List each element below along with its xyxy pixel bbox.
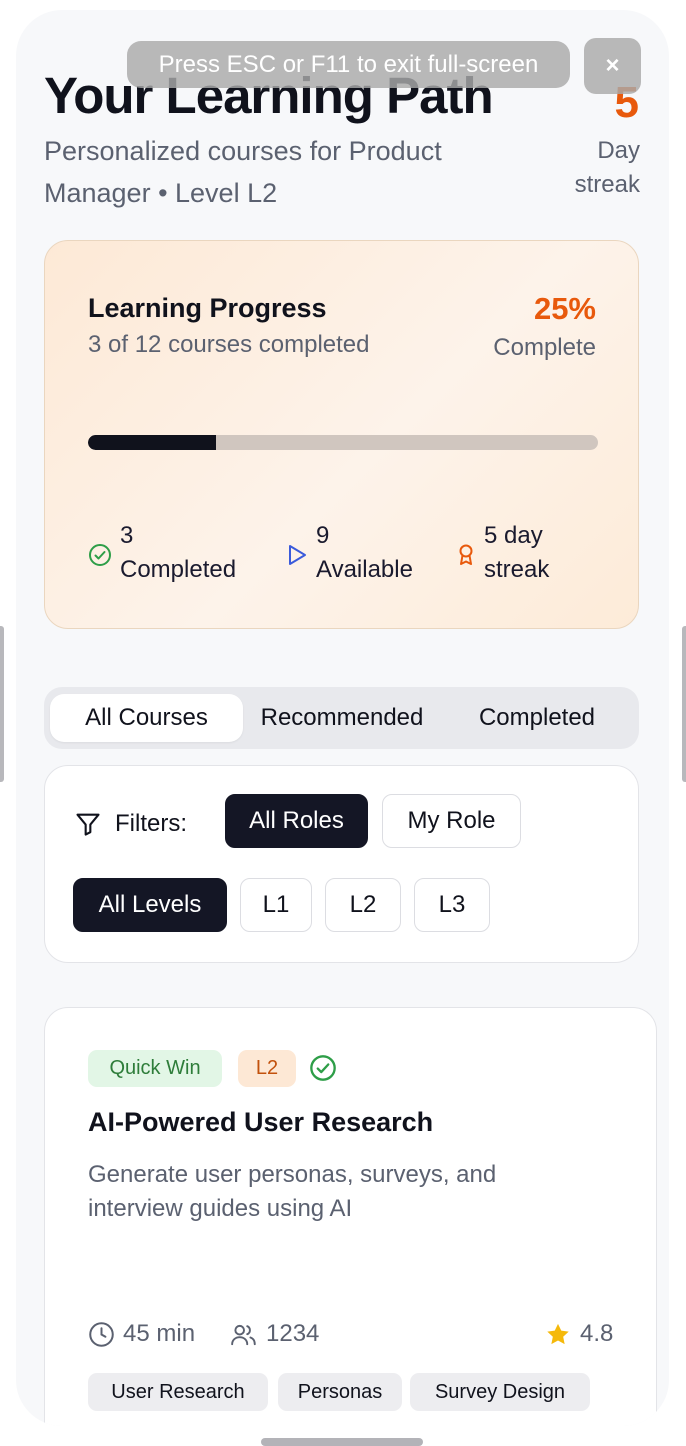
stat-streak-label: streak [484, 556, 550, 583]
progress-complete-label: Complete [493, 334, 596, 361]
progress-bar-fill [88, 435, 216, 450]
progress-percent: 25% [533, 291, 596, 326]
filter-level-l2[interactable]: L2 [325, 878, 401, 932]
clock-icon [89, 1321, 114, 1347]
tag-personas: Personas [278, 1373, 402, 1411]
filter-all-roles[interactable]: All Roles [225, 794, 368, 848]
home-indicator [261, 1438, 423, 1446]
course-learners: 1234 [230, 1320, 319, 1348]
stat-completed-label: Completed [120, 556, 237, 583]
users-icon [231, 1324, 256, 1345]
filters-panel: Filters: All Roles My Role All Levels L1… [44, 765, 639, 963]
level-badge: L2 [238, 1050, 296, 1087]
close-fullscreen-button[interactable]: × [584, 38, 641, 94]
progress-bar [88, 435, 598, 450]
award-icon [459, 544, 473, 565]
learning-progress-card: Learning Progress 3 of 12 courses comple… [44, 240, 639, 629]
filters-label: Filters: [115, 810, 187, 837]
left-edge-handle [0, 626, 4, 782]
stat-streak-value: 5 day [484, 522, 543, 549]
filter-level-l1[interactable]: L1 [240, 878, 312, 932]
completed-check-icon [310, 1055, 336, 1081]
fullscreen-exit-toast: Press ESC or F11 to exit full-screen [127, 41, 570, 88]
learning-path-page: Your Learning Path Personalized courses … [16, 10, 669, 1426]
check-circle-icon [89, 544, 111, 566]
tab-recommended[interactable]: Recommended [246, 694, 438, 742]
tag-user-research: User Research [88, 1373, 268, 1411]
duration-value: 45 min [123, 1320, 196, 1347]
stat-available: 9 Available [286, 519, 413, 587]
tag-survey-design: Survey Design [410, 1373, 590, 1411]
stat-available-value: 9 [316, 522, 330, 549]
stat-completed-value: 3 [120, 522, 134, 549]
quick-win-badge: Quick Win [88, 1050, 222, 1087]
filter-icon [76, 813, 100, 836]
page-subtitle: Personalized courses for Product Manager… [44, 136, 442, 208]
course-duration: 45 min [88, 1320, 195, 1348]
streak-label: Day streak [574, 137, 640, 198]
filter-my-role[interactable]: My Role [382, 794, 521, 848]
course-tabs: All Courses Recommended Completed [44, 687, 639, 749]
course-title: AI-Powered User Research [88, 1107, 434, 1137]
progress-subtitle: 3 of 12 courses completed [88, 331, 370, 358]
tab-completed[interactable]: Completed [442, 694, 632, 742]
play-icon [289, 545, 306, 565]
tab-all-courses[interactable]: All Courses [50, 694, 243, 742]
progress-title: Learning Progress [88, 293, 327, 323]
right-edge-handle [682, 626, 686, 782]
star-icon [547, 1323, 569, 1344]
stat-available-label: Available [316, 556, 413, 583]
filter-all-levels[interactable]: All Levels [73, 878, 227, 932]
rating-value: 4.8 [580, 1320, 614, 1347]
course-rating: 4.8 [544, 1320, 613, 1348]
stat-completed: 3 Completed [88, 519, 236, 587]
stat-streak: 5 day streak [456, 519, 549, 587]
course-card[interactable]: Quick Win L2 AI-Powered User Research Ge… [44, 1007, 657, 1426]
course-description: Generate user personas, surveys, and int… [88, 1161, 497, 1222]
learners-value: 1234 [266, 1320, 320, 1347]
filter-level-l3[interactable]: L3 [414, 878, 490, 932]
